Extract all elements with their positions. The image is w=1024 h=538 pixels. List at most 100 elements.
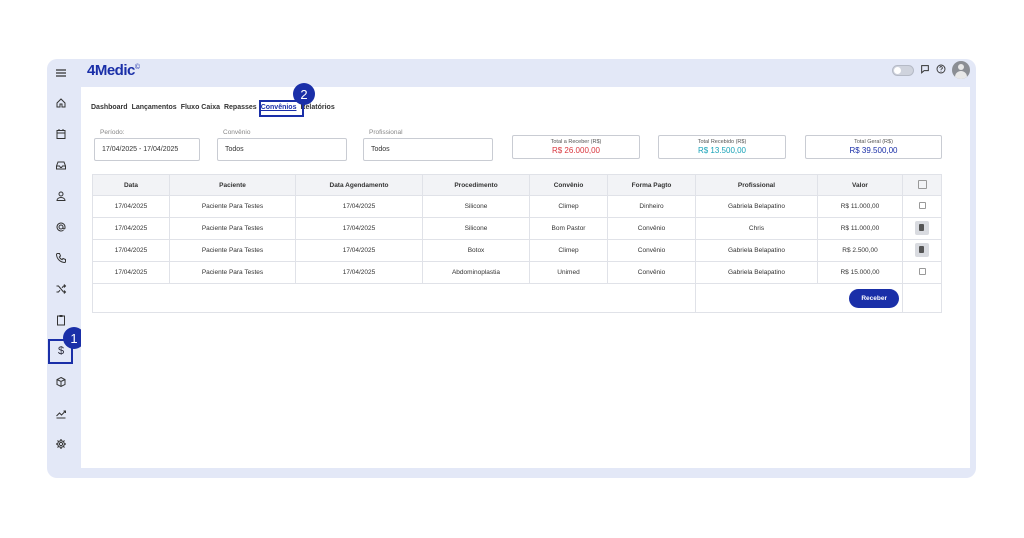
cell-procedimento: Botox <box>422 239 530 262</box>
col-convenio[interactable]: Convênio <box>529 174 608 196</box>
cell-data: 17/04/2025 <box>92 195 170 218</box>
cell-data: 17/04/2025 <box>92 261 170 284</box>
package-icon[interactable] <box>53 374 69 390</box>
clipboard-icon[interactable] <box>53 312 69 328</box>
sidebar: $ <box>47 59 77 478</box>
shuffle-icon[interactable] <box>53 281 69 297</box>
document-icon[interactable] <box>915 242 929 257</box>
cell-forma-pagto: Convênio <box>607 217 696 240</box>
app-logo[interactable]: 4Medic© <box>87 62 140 79</box>
step-badge-2: 2 <box>293 83 315 105</box>
col-procedimento[interactable]: Procedimento <box>422 174 530 196</box>
filter-profissional: Profissional Todos <box>363 129 493 161</box>
cell-convenio: Unimed <box>529 261 608 284</box>
row-checkbox[interactable] <box>918 268 926 275</box>
cell-paciente: Paciente Para Testes <box>169 261 296 284</box>
table-footer-row: Receber <box>92 283 942 313</box>
phone-icon[interactable] <box>53 250 69 266</box>
gear-icon[interactable] <box>53 436 69 452</box>
home-icon[interactable] <box>53 95 69 111</box>
cell-profissional: Chris <box>695 217 818 240</box>
cell-procedimento: Silicone <box>422 195 530 218</box>
row-checkbox[interactable] <box>918 202 926 209</box>
hamburger-menu-icon[interactable] <box>53 65 69 81</box>
convenio-label: Convênio <box>223 129 251 136</box>
user-icon[interactable] <box>53 188 69 204</box>
cell-profissional: Gabriela Belapatino <box>695 195 818 218</box>
cell-profissional: Gabriela Belapatino <box>695 239 818 262</box>
profissional-label: Profissional <box>369 129 403 136</box>
cell-convenio: Climep <box>529 195 608 218</box>
convenio-select[interactable]: Todos <box>217 138 347 161</box>
topbar: 4Medic© <box>77 59 976 85</box>
table-row[interactable]: 17/04/2025 Paciente Para Testes 17/04/20… <box>92 195 942 218</box>
tab-fluxo-caixa[interactable]: Fluxo Caixa <box>181 104 220 111</box>
col-profissional[interactable]: Profissional <box>695 174 818 196</box>
cell-procedimento: Silicone <box>422 217 530 240</box>
cell-action <box>902 217 942 240</box>
cell-convenio: Climep <box>529 239 608 262</box>
cell-data-agendamento: 17/04/2025 <box>295 239 423 262</box>
col-data[interactable]: Data <box>92 174 170 196</box>
total-geral-card: Total Geral (R$) R$ 39.500,00 <box>805 135 942 159</box>
col-valor[interactable]: Valor <box>817 174 903 196</box>
tab-dashboard[interactable]: Dashboard <box>91 104 128 111</box>
cell-action <box>902 195 942 218</box>
table-row[interactable]: 17/04/2025 Paciente Para Testes 17/04/20… <box>92 261 942 284</box>
total-a-receber-value: R$ 26.000,00 <box>551 146 601 155</box>
cell-valor: R$ 15.000,00 <box>817 261 903 284</box>
document-icon[interactable] <box>915 220 929 235</box>
footer-spacer <box>92 283 696 313</box>
total-geral-value: R$ 39.500,00 <box>849 146 898 155</box>
cell-paciente: Paciente Para Testes <box>169 217 296 240</box>
receber-button[interactable]: Receber <box>849 288 899 308</box>
topbar-actions <box>892 61 970 79</box>
col-select-all <box>902 174 942 196</box>
chat-icon[interactable] <box>920 64 930 77</box>
table-row[interactable]: 17/04/2025 Paciente Para Testes 17/04/20… <box>92 217 942 240</box>
cell-forma-pagto: Dinheiro <box>607 195 696 218</box>
cell-data: 17/04/2025 <box>92 239 170 262</box>
cell-valor: R$ 2.500,00 <box>817 239 903 262</box>
avatar[interactable] <box>952 61 970 79</box>
total-recebido-card: Total Recebido (R$) R$ 13.500,00 <box>658 135 786 159</box>
help-icon[interactable] <box>936 64 946 77</box>
table-row[interactable]: 17/04/2025 Paciente Para Testes 17/04/20… <box>92 239 942 262</box>
cell-valor: R$ 11.000,00 <box>817 195 903 218</box>
table-header-row: Data Paciente Data Agendamento Procedime… <box>92 174 942 196</box>
cell-action <box>902 261 942 284</box>
chart-icon[interactable] <box>53 405 69 421</box>
convenios-table: Data Paciente Data Agendamento Procedime… <box>92 174 942 313</box>
footer-empty-cell <box>902 283 942 313</box>
filter-convenio: Convênio Todos <box>217 129 347 161</box>
filter-periodo: Período: 17/04/2025 - 17/04/2025 <box>94 129 200 161</box>
cell-valor: R$ 11.000,00 <box>817 217 903 240</box>
logo-mark: © <box>134 64 140 71</box>
periodo-label: Período: <box>100 129 125 136</box>
cell-action <box>902 239 942 262</box>
tab-repasses[interactable]: Repasses <box>224 104 257 111</box>
col-paciente[interactable]: Paciente <box>169 174 296 196</box>
main-content: Dashboard Lançamentos Fluxo Caixa Repass… <box>81 83 970 468</box>
total-recebido-label: Total Recebido (R$) <box>697 139 747 145</box>
inbox-icon[interactable] <box>53 157 69 173</box>
calendar-icon[interactable] <box>53 126 69 142</box>
col-forma-pagto[interactable]: Forma Pagto <box>607 174 696 196</box>
cell-profissional: Gabriela Belapatino <box>695 261 818 284</box>
theme-toggle[interactable] <box>892 64 914 76</box>
at-sign-icon[interactable] <box>53 219 69 235</box>
cell-forma-pagto: Convênio <box>607 239 696 262</box>
total-geral-label: Total Geral (R$) <box>854 139 893 145</box>
cell-data-agendamento: 17/04/2025 <box>295 261 423 284</box>
footer-action-cell: Receber <box>695 283 903 313</box>
col-data-agendamento[interactable]: Data Agendamento <box>295 174 423 196</box>
cell-forma-pagto: Convênio <box>607 261 696 284</box>
profissional-select[interactable]: Todos <box>363 138 493 161</box>
tab-relatorios[interactable]: Relatórios <box>300 104 334 111</box>
tab-lancamentos[interactable]: Lançamentos <box>132 104 177 111</box>
total-a-receber-card: Total a Receber (R$) R$ 26.000,00 <box>512 135 640 159</box>
periodo-input[interactable]: 17/04/2025 - 17/04/2025 <box>94 138 200 161</box>
cell-data: 17/04/2025 <box>92 217 170 240</box>
select-all-checkbox[interactable] <box>917 179 927 189</box>
cell-data-agendamento: 17/04/2025 <box>295 217 423 240</box>
